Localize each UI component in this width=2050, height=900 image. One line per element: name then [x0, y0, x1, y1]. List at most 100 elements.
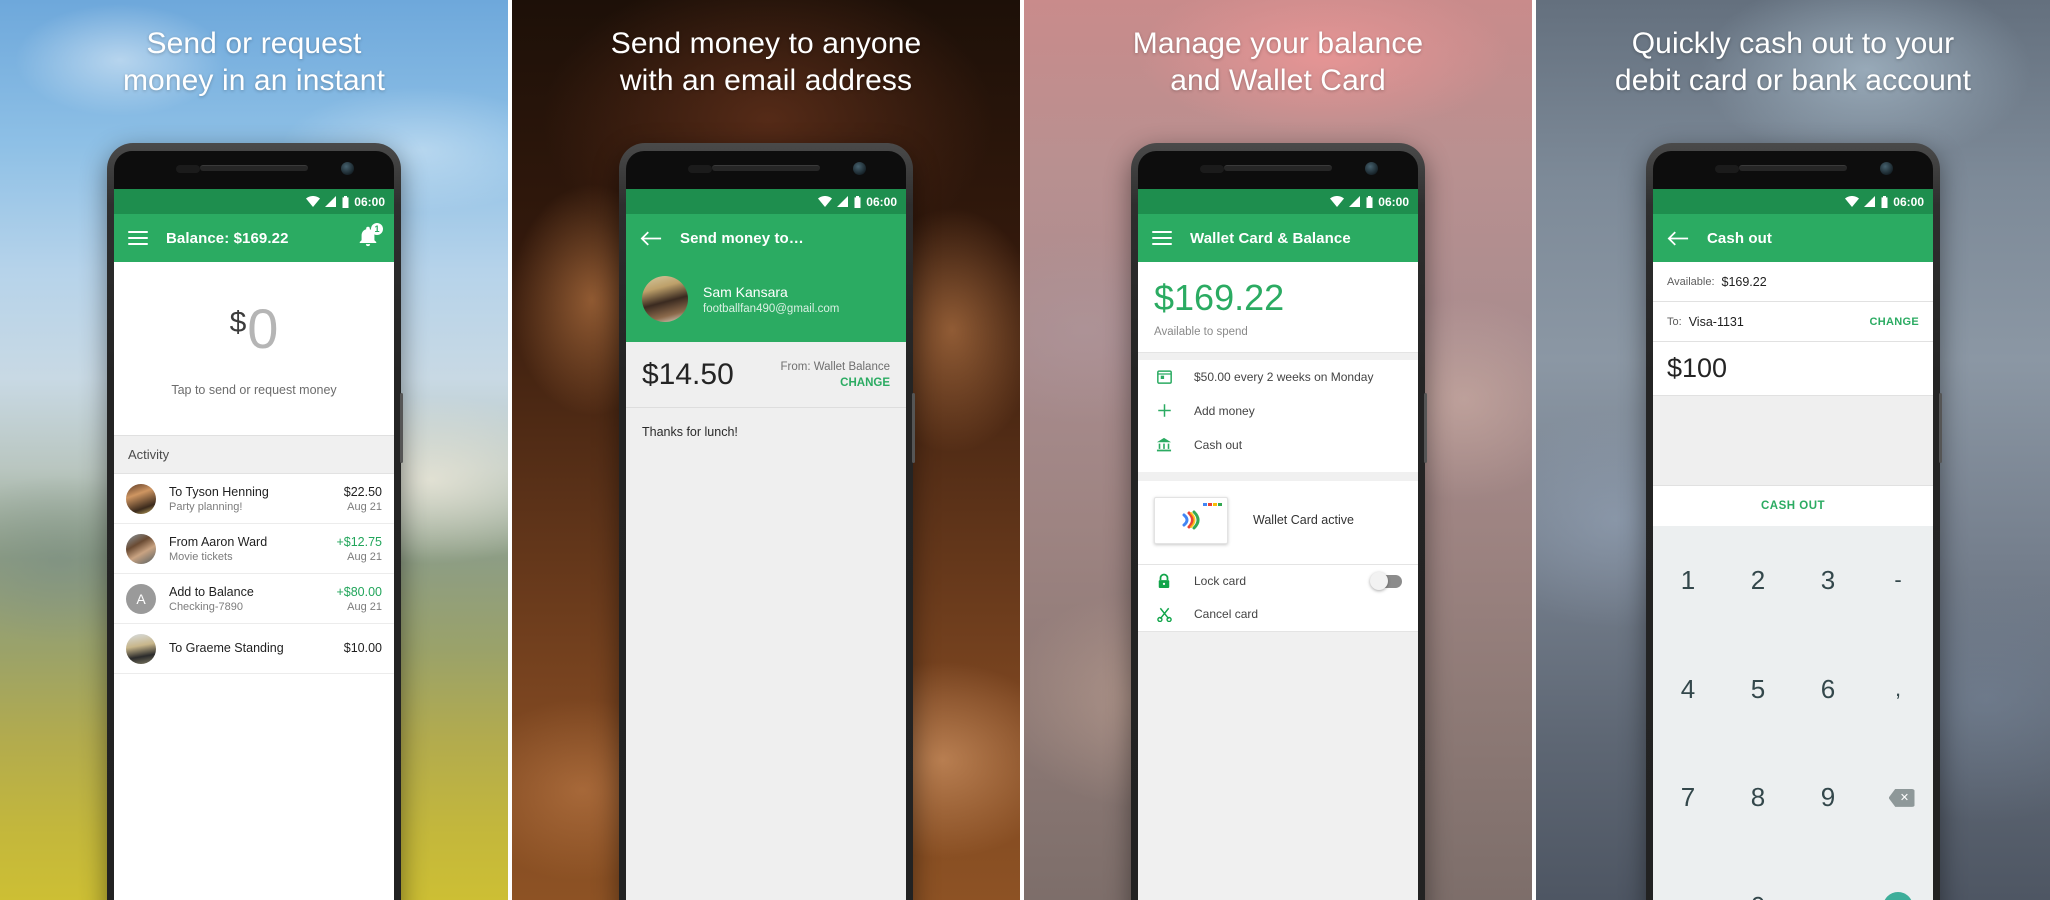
key-9[interactable]: 9	[1793, 744, 1863, 853]
front-camera-icon	[1365, 162, 1378, 175]
list-item[interactable]: Cancel card	[1138, 597, 1418, 631]
activity-meta: +$80.00 Aug 21	[336, 585, 382, 613]
change-source-button[interactable]: CHANGE	[781, 377, 890, 389]
earpiece-speaker	[712, 165, 820, 171]
list-item[interactable]: Add money	[1138, 393, 1418, 428]
activity-amount: +$80.00	[336, 584, 382, 599]
key-1[interactable]: 1	[1653, 526, 1723, 635]
cashout-amount-input[interactable]: $100	[1653, 342, 1933, 396]
phone-screen-4: 06:00 Cash out Available: $169.22 To: Vi…	[1653, 189, 1933, 900]
amount-row[interactable]: $14.50 From: Wallet Balance CHANGE	[626, 342, 906, 408]
table-row[interactable]: A Add to Balance Checking-7890 +$80.00 A…	[114, 574, 394, 624]
table-row[interactable]: To Tyson Henning Party planning! $22.50 …	[114, 474, 394, 524]
balance-block: $169.22 Available to spend	[1138, 262, 1418, 353]
key-comma[interactable]: ,	[1863, 635, 1933, 744]
change-destination-button[interactable]: CHANGE	[1870, 316, 1919, 328]
available-label: Available:	[1667, 275, 1715, 288]
key-5[interactable]: 5	[1723, 635, 1793, 744]
back-arrow-icon[interactable]	[1667, 230, 1689, 247]
hamburger-icon[interactable]	[1152, 227, 1172, 249]
avatar-letter: A	[136, 590, 146, 607]
key-4[interactable]: 4	[1653, 635, 1723, 744]
status-bar-4: 06:00	[1653, 189, 1933, 214]
content-filler	[1138, 631, 1418, 900]
funding-source: From: Wallet Balance CHANGE	[781, 361, 891, 389]
battery-icon	[1881, 195, 1888, 208]
battery-icon	[854, 195, 861, 208]
status-time: 06:00	[1893, 194, 1924, 209]
hero-subtitle: Tap to send or request money	[171, 382, 337, 397]
destination-value: Visa-1131	[1688, 314, 1744, 329]
app-bar-title: Cash out	[1707, 229, 1772, 247]
bank-icon	[1154, 437, 1174, 452]
panel-balance: Send or request money in an instant 06:0…	[0, 0, 512, 900]
phone-screen-1: 06:00 Balance: $169.22 1 $0 Tap to send …	[114, 189, 394, 900]
list-item-label: Add money	[1194, 403, 1255, 418]
app-bar-2: Send money to…	[626, 214, 906, 262]
key-3[interactable]: 3	[1793, 526, 1863, 635]
screenshot-gallery: Send or request money in an instant 06:0…	[0, 0, 2050, 900]
activity-meta: $10.00	[344, 641, 382, 657]
avatar	[126, 483, 156, 514]
list-item-label: Cancel card	[1194, 607, 1259, 622]
section-gap	[1138, 471, 1418, 481]
key-2[interactable]: 2	[1723, 526, 1793, 635]
panel-wallet-card: Manage your balance and Wallet Card 06:0…	[1024, 0, 1536, 900]
google-wallet-icon	[1182, 510, 1200, 530]
phone-screen-2: 06:00 Send money to… Sam Kansara footbal…	[626, 189, 906, 900]
activity-subtitle: Checking-7890	[169, 600, 243, 613]
back-arrow-icon[interactable]	[640, 230, 662, 247]
list-item-label: $50.00 every 2 weeks on Monday	[1194, 369, 1374, 384]
send-request-hero[interactable]: $0 Tap to send or request money	[114, 262, 394, 436]
notifications-button[interactable]: 1	[357, 223, 383, 250]
activity-title: Add to Balance	[169, 584, 254, 599]
table-row[interactable]: To Graeme Standing $10.00	[114, 624, 394, 674]
recipient-email: footballfan490@gmail.com	[703, 302, 840, 315]
lock-card-toggle[interactable]	[1370, 571, 1402, 590]
activity-amount: +$12.75	[336, 534, 382, 549]
list-item[interactable]: Lock card	[1138, 564, 1418, 598]
key-6[interactable]: 6	[1793, 635, 1863, 744]
key-8[interactable]: 8	[1723, 744, 1793, 853]
send-amount[interactable]: $14.50	[642, 358, 734, 392]
proximity-sensor-icon	[1715, 165, 1739, 173]
list-item[interactable]: Cash out	[1138, 427, 1418, 462]
app-bar-title: Send money to…	[680, 229, 804, 247]
proximity-sensor-icon	[688, 165, 712, 173]
avatar: A	[126, 583, 156, 614]
calendar-icon	[1154, 369, 1174, 385]
panel-1-headline: Send or request money in an instant	[122, 27, 386, 97]
balance-amount: $169.22	[1154, 277, 1285, 318]
lock-icon	[1154, 573, 1174, 589]
backspace-icon[interactable]: ✕	[1863, 744, 1933, 853]
key-period[interactable]	[1653, 852, 1723, 900]
list-item-label: Lock card	[1194, 574, 1247, 589]
status-bar-1: 06:00	[114, 189, 394, 214]
phone-mockup-4: 06:00 Cash out Available: $169.22 To: Vi…	[1646, 143, 1942, 900]
destination-row[interactable]: To: Visa-1131 CHANGE	[1653, 302, 1933, 342]
panel-3-headline: Manage your balance and Wallet Card	[1132, 27, 1424, 97]
activity-text: To Graeme Standing	[169, 641, 344, 657]
cash-out-button[interactable]: CASH OUT	[1653, 486, 1933, 526]
memo-field[interactable]: Thanks for lunch!	[626, 408, 906, 900]
avatar	[126, 533, 156, 564]
earpiece-speaker	[1224, 165, 1332, 171]
key-underscore[interactable]	[1793, 852, 1863, 900]
key-0[interactable]: 0	[1723, 852, 1793, 900]
activity-title: To Graeme Standing	[169, 640, 284, 655]
app-bar-title: Balance: $169.22	[166, 229, 289, 247]
list-item[interactable]: $50.00 every 2 weeks on Monday	[1138, 359, 1418, 394]
signal-icon	[1349, 196, 1361, 207]
key-minus[interactable]: -	[1863, 526, 1933, 635]
signal-icon	[325, 196, 337, 207]
check-icon	[1883, 891, 1913, 900]
key-7[interactable]: 7	[1653, 744, 1723, 853]
wallet-card-block[interactable]: Wallet Card active	[1138, 480, 1418, 565]
earpiece-speaker	[1739, 165, 1847, 171]
table-row[interactable]: From Aaron Ward Movie tickets +$12.75 Au…	[114, 524, 394, 574]
signal-icon	[837, 196, 849, 207]
hamburger-icon[interactable]	[128, 227, 148, 249]
recipient-row[interactable]: Sam Kansara footballfan490@gmail.com	[626, 262, 906, 342]
confirm-button[interactable]	[1863, 852, 1933, 900]
front-camera-icon	[341, 162, 354, 175]
